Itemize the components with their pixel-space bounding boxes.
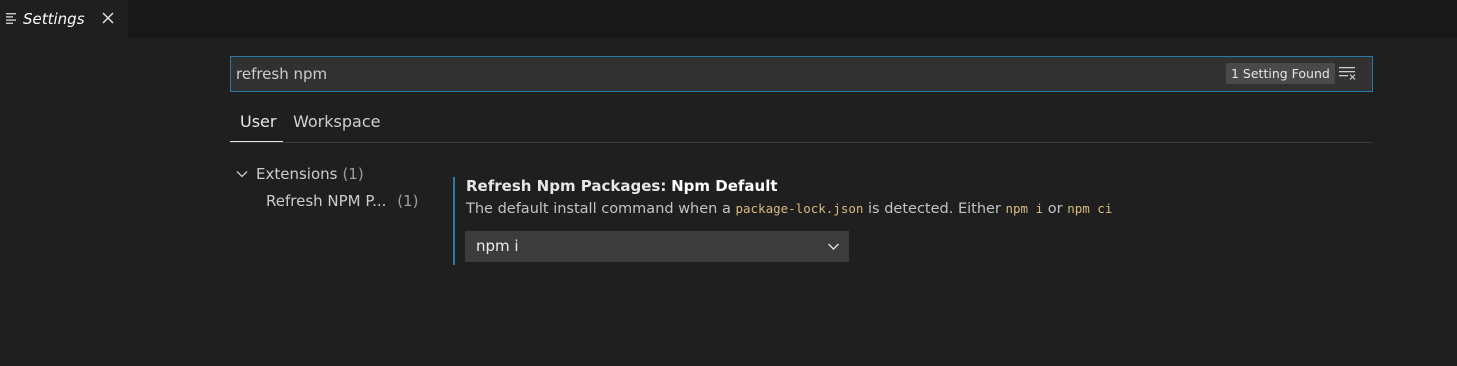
toc-item-label: Refresh NPM P... <box>266 192 387 210</box>
toc-item-refresh-npm-packages[interactable]: Refresh NPM P... (1) <box>266 190 418 212</box>
setting-category: Refresh Npm Packages: <box>466 177 667 195</box>
setting-title: Refresh Npm Packages: Npm Default <box>466 177 778 195</box>
desc-code-npm-ci: npm ci <box>1067 201 1113 216</box>
settings-tab[interactable]: Settings <box>0 0 128 38</box>
settings-scope-tabs: User Workspace <box>230 104 1373 143</box>
tab-workspace[interactable]: Workspace <box>293 112 380 132</box>
toc-group-extensions[interactable]: Extensions (1) <box>236 163 364 185</box>
chevron-down-icon <box>236 171 248 178</box>
desc-text-3: or <box>1047 201 1063 217</box>
desc-text-1: The default install command when a <box>466 201 731 217</box>
clear-filter-icon[interactable] <box>1339 66 1357 80</box>
toc-group-label: Extensions <box>256 165 338 183</box>
tab-title: Settings <box>23 10 85 28</box>
setting-name: Npm Default <box>671 177 778 195</box>
result-count-badge: 1 Setting Found <box>1226 63 1335 84</box>
desc-text-2: is detected. Either <box>868 201 1001 217</box>
close-icon[interactable] <box>101 11 115 25</box>
desc-code-npm-i: npm i <box>1005 201 1044 216</box>
setting-description: The default install command when a packa… <box>466 200 1112 218</box>
chevron-down-icon <box>828 243 839 250</box>
active-tab-indicator <box>230 141 283 142</box>
editor-tab-bar: Settings <box>0 0 1457 38</box>
tab-user[interactable]: User <box>240 112 276 132</box>
npm-default-select[interactable]: npm i <box>465 231 849 262</box>
toc-item-count: (1) <box>397 192 419 210</box>
settings-editor-icon <box>6 13 16 24</box>
setting-item-npm-default: Refresh Npm Packages: Npm Default The de… <box>453 177 1415 265</box>
settings-search-input[interactable] <box>236 57 1206 91</box>
toc-group-count: (1) <box>342 165 364 183</box>
select-value: npm i <box>476 237 519 255</box>
settings-search-box: 1 Setting Found <box>230 56 1373 92</box>
desc-code-package-lock: package-lock.json <box>735 201 864 216</box>
